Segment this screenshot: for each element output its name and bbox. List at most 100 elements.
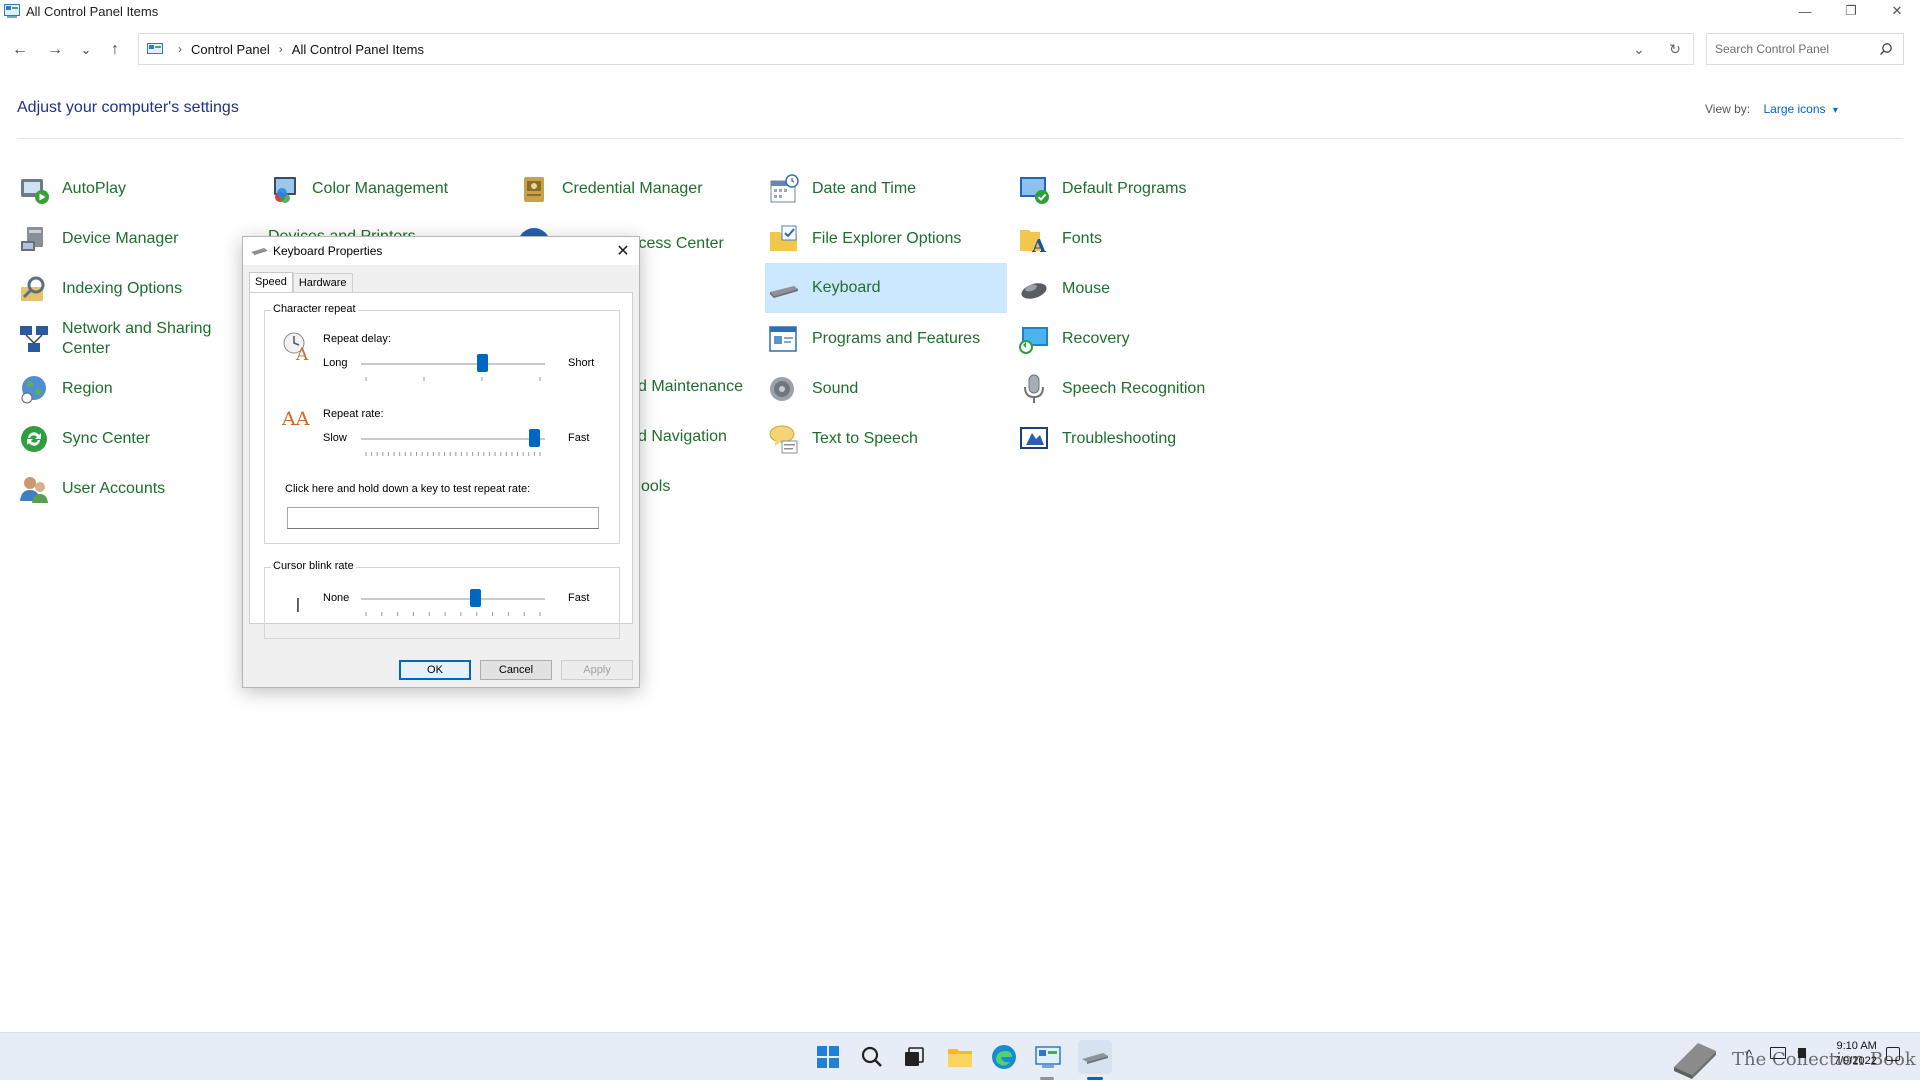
tab-hardware[interactable]: Hardware <box>292 273 353 293</box>
window-title: All Control Panel Items <box>26 3 159 19</box>
breadcrumb-all-items[interactable]: All Control Panel Items <box>292 42 424 57</box>
svg-text:A: A <box>295 345 309 361</box>
cancel-button[interactable]: Cancel <box>480 660 552 680</box>
volume-tray-icon[interactable] <box>1798 1048 1806 1058</box>
item-sync-center[interactable]: Sync Center <box>18 418 258 460</box>
sync-icon <box>21 426 47 452</box>
repeat-rate-icon: AA <box>282 408 310 429</box>
breadcrumb-control-panel[interactable]: Control Panel <box>191 42 270 57</box>
divider <box>17 138 1903 139</box>
autoplay-icon <box>21 179 49 204</box>
item-color-management[interactable]: Color Management <box>268 168 508 210</box>
item-indexing-options[interactable]: Indexing Options <box>18 268 258 310</box>
item-col3-row5-partial[interactable]: d Maintenance <box>638 378 743 396</box>
view-by-dropdown[interactable]: Large icons <box>1763 102 1825 116</box>
refresh-icon[interactable]: ↻ <box>1657 41 1693 58</box>
item-speech-recognition[interactable]: Speech Recognition <box>1018 368 1258 410</box>
dialog-close-button[interactable]: ✕ <box>613 241 633 261</box>
item-programs-and-features[interactable]: Programs and Features <box>768 318 1008 360</box>
start-icon[interactable] <box>814 1043 842 1071</box>
notification-icon[interactable] <box>1886 1047 1900 1061</box>
item-device-manager[interactable]: Device Manager <box>18 218 258 260</box>
item-user-accounts[interactable]: User Accounts <box>18 468 258 510</box>
default-programs-icon <box>1020 177 1049 204</box>
item-troubleshooting[interactable]: Troubleshooting <box>1018 418 1258 460</box>
tray-overflow-chevron[interactable]: ^ <box>1746 1047 1752 1062</box>
search-icon[interactable] <box>1879 42 1893 56</box>
recent-locations-button[interactable]: ⌄ <box>72 30 100 70</box>
slider-ticks <box>365 377 541 381</box>
item-recovery[interactable]: Recovery <box>1018 318 1258 360</box>
item-default-programs[interactable]: Default Programs <box>1018 168 1258 210</box>
speed-tab-panel: Character repeat A Repeat delay: Long Sh… <box>249 292 633 639</box>
region-icon <box>21 376 46 404</box>
tab-speed[interactable]: Speed <box>249 272 293 293</box>
up-button[interactable]: ↑ <box>101 30 129 70</box>
window-titlebar: All Control Panel Items — ❐ ✕ <box>0 0 1920 22</box>
mouse-icon <box>1021 283 1047 299</box>
edge-icon[interactable] <box>990 1043 1018 1071</box>
keyboard-properties-dialog: Keyboard Properties ✕ Speed Hardware Cha… <box>242 236 640 688</box>
task-view-icon[interactable] <box>900 1043 928 1071</box>
item-network-sharing[interactable]: Network and Sharing Center <box>18 318 258 360</box>
forward-button[interactable]: → <box>41 30 69 70</box>
cursor-blink-slider[interactable] <box>361 586 545 622</box>
group-legend: Cursor blink rate <box>271 560 356 572</box>
file-explorer-icon[interactable] <box>946 1043 974 1071</box>
cursor-blink-thumb[interactable] <box>470 589 481 607</box>
device-manager-icon <box>21 227 43 251</box>
repeat-delay-slider[interactable] <box>361 351 545 387</box>
view-by-label: View by: <box>1705 102 1751 116</box>
item-col3-row6-partial[interactable]: d Navigation <box>638 428 727 446</box>
repeat-test-input[interactable] <box>287 507 599 529</box>
address-bar[interactable]: › Control Panel › All Control Panel Item… <box>138 33 1694 65</box>
keyboard-icon <box>770 286 798 298</box>
item-region[interactable]: Region <box>18 368 258 410</box>
text-to-speech-icon <box>769 425 798 454</box>
item-sound[interactable]: Sound <box>768 368 1008 410</box>
keyboard-icon <box>251 248 267 255</box>
clock-time: 9:10 AM <box>1836 1040 1877 1052</box>
control-panel-icon[interactable] <box>1034 1043 1062 1071</box>
item-keyboard[interactable]: Keyboard <box>765 263 1007 313</box>
ok-button[interactable]: OK <box>399 660 471 680</box>
item-text-to-speech[interactable]: Text to Speech <box>768 418 1008 460</box>
item-fonts[interactable]: A Fonts <box>1018 218 1258 260</box>
search-placeholder: Search Control Panel <box>1715 42 1830 56</box>
restore-button[interactable]: ❐ <box>1828 0 1874 22</box>
keyboard-icon[interactable] <box>1078 1040 1112 1074</box>
address-dropdown-icon[interactable]: ⌄ <box>1621 41 1657 58</box>
navigation-bar: ← → ⌄ ↑ › Control Panel › All Control Pa… <box>0 30 1920 70</box>
repeat-delay-thumb[interactable] <box>477 354 488 372</box>
user-accounts-icon <box>20 477 48 503</box>
search-input[interactable]: Search Control Panel <box>1706 33 1904 65</box>
fonts-icon: A <box>1020 230 1047 255</box>
chevron-down-icon[interactable]: ▾ <box>1833 105 1838 116</box>
test-field-label: Click here and hold down a key to test r… <box>285 483 531 495</box>
sound-icon <box>770 377 794 401</box>
character-repeat-group: Character repeat A Repeat delay: Long Sh… <box>264 303 620 544</box>
back-button[interactable]: ← <box>6 30 34 70</box>
item-autoplay[interactable]: AutoPlay <box>18 168 258 210</box>
slider-ticks <box>365 612 541 616</box>
item-mouse[interactable]: Mouse <box>1018 268 1258 310</box>
clock[interactable]: 9:10 AM 7/9/2022 <box>1834 1039 1877 1069</box>
item-file-explorer-options[interactable]: File Explorer Options <box>768 218 1008 260</box>
microphone-icon <box>1024 374 1044 403</box>
close-button[interactable]: ✕ <box>1874 0 1920 22</box>
cursor-blink-group: Cursor blink rate | None Fast <box>264 560 620 639</box>
book-icon <box>1674 1043 1716 1079</box>
item-credential-manager[interactable]: Credential Manager <box>518 168 758 210</box>
repeat-rate-slider[interactable] <box>361 426 545 462</box>
network-tray-icon[interactable] <box>1770 1047 1786 1059</box>
item-col3-row7-partial[interactable]: ools <box>641 478 670 496</box>
repeat-rate-label: Repeat rate: <box>323 408 384 420</box>
repeat-rate-thumb[interactable] <box>529 429 540 447</box>
item-date-and-time[interactable]: Date and Time <box>768 168 1008 210</box>
repeat-delay-label: Repeat delay: <box>323 333 391 345</box>
search-icon[interactable] <box>858 1043 886 1071</box>
apply-button[interactable]: Apply <box>561 660 633 680</box>
repeat-delay-max-label: Short <box>568 357 595 369</box>
breadcrumb-separator: › <box>178 42 182 56</box>
minimize-button[interactable]: — <box>1782 0 1828 22</box>
